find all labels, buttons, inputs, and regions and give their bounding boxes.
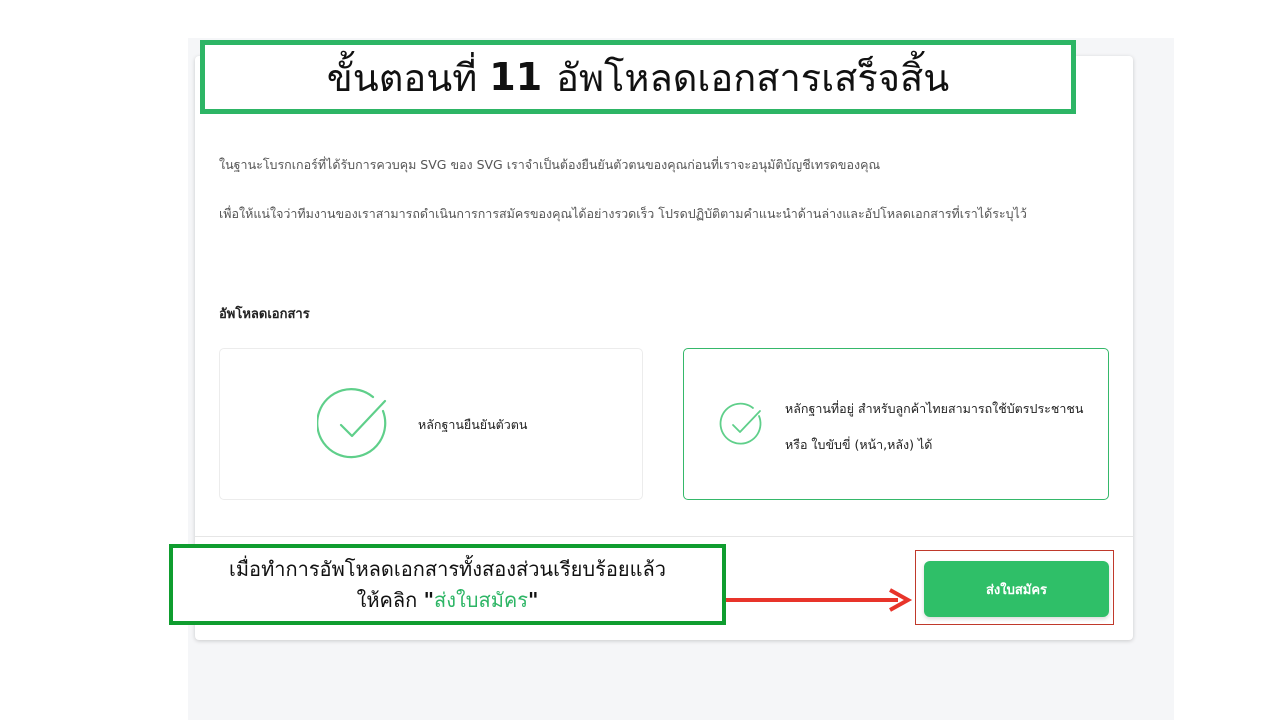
- address-proof-label: หลักฐานที่อยู่ สำหรับลูกค้าไทยสามารถใช้บ…: [785, 401, 1084, 452]
- instruction-line-2: ให้คลิก "ส่งใบสมัคร": [173, 585, 722, 616]
- step-title-text: อัพโหลดเอกสารเสร็จสิ้น: [556, 55, 950, 100]
- instruction-line-1: เมื่อทำการอัพโหลดเอกสารทั้งสองส่วนเรียบร…: [229, 557, 666, 581]
- check-circle-icon: [317, 388, 387, 459]
- id-proof-upload-box[interactable]: หลักฐานยืนยันตัวตน: [219, 348, 643, 500]
- intro-paragraph-1: ในฐานะโบรกเกอร์ที่ได้รับการควบคุม SVG ขอ…: [219, 157, 881, 172]
- quote-close: ": [528, 588, 539, 612]
- arrow-right-icon: [726, 588, 913, 612]
- step-number: 11: [489, 55, 543, 99]
- check-circle-icon: [719, 402, 762, 445]
- footer-divider: [195, 536, 1133, 537]
- address-proof-upload-box[interactable]: หลักฐานที่อยู่ สำหรับลูกค้าไทยสามารถใช้บ…: [683, 348, 1109, 500]
- instruction-callout: เมื่อทำการอัพโหลดเอกสารทั้งสองส่วนเรียบร…: [169, 544, 726, 625]
- instruction-prefix: ให้คลิก: [356, 588, 418, 612]
- intro-paragraph-2: เพื่อให้แน่ใจว่าทีมงานของเราสามารถดำเนิน…: [219, 206, 1027, 221]
- instruction-highlight: ส่งใบสมัคร: [434, 588, 528, 612]
- submit-application-button[interactable]: ส่งใบสมัคร: [924, 561, 1109, 617]
- upload-section-title: อัพโหลดเอกสาร: [219, 307, 310, 322]
- quote-open: ": [423, 588, 435, 612]
- step-title-prefix: ขั้นตอนที่: [326, 55, 478, 100]
- id-proof-label: หลักฐานยืนยันตัวตน: [418, 417, 528, 432]
- step-title-banner: ขั้นตอนที่ 11 อัพโหลดเอกสารเสร็จสิ้น: [200, 40, 1076, 114]
